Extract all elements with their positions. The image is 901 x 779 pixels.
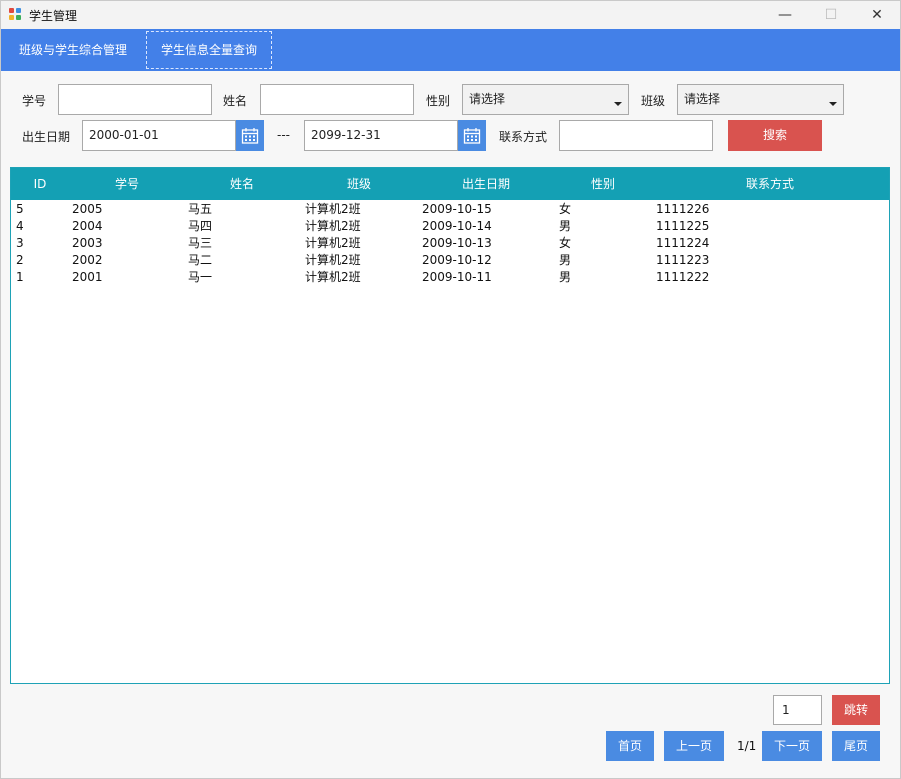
next-page-button[interactable]: 下一页	[762, 731, 822, 761]
cell-contact: 1111223	[656, 253, 710, 267]
contact-label: 联系方式	[499, 130, 548, 144]
student-no-input[interactable]	[58, 84, 212, 115]
column-header-id[interactable]: ID	[23, 168, 57, 200]
birth-to-input[interactable]: 2099-12-31	[304, 120, 458, 151]
cell-student-no: 2001	[72, 270, 103, 284]
cell-birth-date: 2009-10-11	[422, 270, 492, 284]
last-page-button[interactable]: 尾页	[832, 731, 880, 761]
cell-class: 计算机2班	[305, 236, 361, 250]
cell-student-no: 2005	[72, 202, 103, 216]
cell-birth-date: 2009-10-14	[422, 219, 492, 233]
column-header-name[interactable]: 姓名	[212, 168, 272, 200]
cell-name: 马一	[188, 270, 213, 284]
table-header: ID 学号 姓名 班级 出生日期 性别 联系方式	[11, 168, 889, 200]
column-header-class[interactable]: 班级	[329, 168, 389, 200]
close-icon[interactable]: ✕	[854, 1, 900, 29]
cell-student-no: 2002	[72, 253, 103, 267]
gender-select-value: 请选择	[469, 92, 506, 106]
cell-class: 计算机2班	[305, 219, 361, 233]
table-row[interactable]: 3 2003 马三 计算机2班 2009-10-13 女 1111224	[11, 235, 889, 252]
cell-contact: 1111222	[656, 270, 710, 284]
student-no-label: 学号	[22, 94, 47, 108]
cell-class: 计算机2班	[305, 202, 361, 216]
column-header-contact[interactable]: 联系方式	[730, 168, 810, 200]
cell-gender: 女	[559, 236, 572, 250]
window-title: 学生管理	[29, 8, 78, 23]
page-info: 1/1	[737, 739, 757, 753]
cell-gender: 男	[559, 253, 572, 267]
birth-date-label: 出生日期	[22, 130, 71, 144]
app-window: 学生管理 — ☐ ✕ 班级与学生综合管理 学生信息全量查询 学号 姓名 性别 请…	[0, 0, 901, 779]
birth-from-input[interactable]: 2000-01-01	[82, 120, 236, 151]
table-row[interactable]: 2 2002 马二 计算机2班 2009-10-12 男 1111223	[11, 252, 889, 269]
title-bar: 学生管理 — ☐ ✕	[1, 1, 900, 29]
chevron-down-icon	[614, 102, 622, 106]
cell-name: 马三	[188, 236, 213, 250]
cell-birth-date: 2009-10-15	[422, 202, 492, 216]
column-header-gender[interactable]: 性别	[573, 168, 633, 200]
cell-birth-date: 2009-10-13	[422, 236, 492, 250]
chevron-down-icon	[829, 102, 837, 106]
cell-gender: 男	[559, 270, 572, 284]
cell-id: 3	[16, 236, 24, 250]
cell-id: 5	[16, 202, 24, 216]
app-logo-icon	[9, 8, 23, 22]
gender-label: 性别	[426, 94, 451, 108]
cell-contact: 1111225	[656, 219, 710, 233]
cell-contact: 1111224	[656, 236, 710, 250]
table-row[interactable]: 4 2004 马四 计算机2班 2009-10-14 男 1111225	[11, 218, 889, 235]
first-page-button[interactable]: 首页	[606, 731, 654, 761]
cell-class: 计算机2班	[305, 270, 361, 284]
maximize-icon[interactable]: ☐	[808, 1, 854, 29]
cell-id: 4	[16, 219, 24, 233]
tab-bar: 班级与学生综合管理 学生信息全量查询	[1, 29, 900, 71]
table-row[interactable]: 5 2005 马五 计算机2班 2009-10-15 女 1111226	[11, 201, 889, 218]
calendar-icon[interactable]	[458, 120, 486, 151]
student-table: ID 学号 姓名 班级 出生日期 性别 联系方式 5 2005 马五 计算机2班…	[10, 167, 890, 684]
cell-gender: 男	[559, 219, 572, 233]
cell-contact: 1111226	[656, 202, 710, 216]
class-label: 班级	[641, 94, 666, 108]
prev-page-button[interactable]: 上一页	[664, 731, 724, 761]
cell-id: 2	[16, 253, 24, 267]
cell-birth-date: 2009-10-12	[422, 253, 492, 267]
gender-select[interactable]: 请选择	[462, 84, 629, 115]
name-label: 姓名	[223, 94, 248, 108]
contact-input[interactable]	[559, 120, 713, 151]
tab-student-full-query[interactable]: 学生信息全量查询	[146, 31, 272, 69]
cell-student-no: 2004	[72, 219, 103, 233]
cell-student-no: 2003	[72, 236, 103, 250]
name-input[interactable]	[260, 84, 414, 115]
class-select[interactable]: 请选择	[677, 84, 844, 115]
column-header-student-no[interactable]: 学号	[97, 168, 157, 200]
search-button[interactable]: 搜索	[728, 120, 822, 151]
cell-name: 马二	[188, 253, 213, 267]
minimize-icon[interactable]: —	[762, 1, 808, 29]
date-range-separator: ---	[277, 128, 290, 142]
column-header-birth-date[interactable]: 出生日期	[451, 168, 521, 200]
cell-class: 计算机2班	[305, 253, 361, 267]
class-select-value: 请选择	[684, 92, 721, 106]
calendar-icon[interactable]	[236, 120, 264, 151]
cell-id: 1	[16, 270, 24, 284]
jump-button[interactable]: 跳转	[832, 695, 880, 725]
cell-name: 马四	[188, 219, 213, 233]
tab-class-student-management[interactable]: 班级与学生综合管理	[9, 31, 137, 69]
page-number-input[interactable]: 1	[773, 695, 822, 725]
cell-name: 马五	[188, 202, 213, 216]
table-row[interactable]: 1 2001 马一 计算机2班 2009-10-11 男 1111222	[11, 269, 889, 286]
cell-gender: 女	[559, 202, 572, 216]
